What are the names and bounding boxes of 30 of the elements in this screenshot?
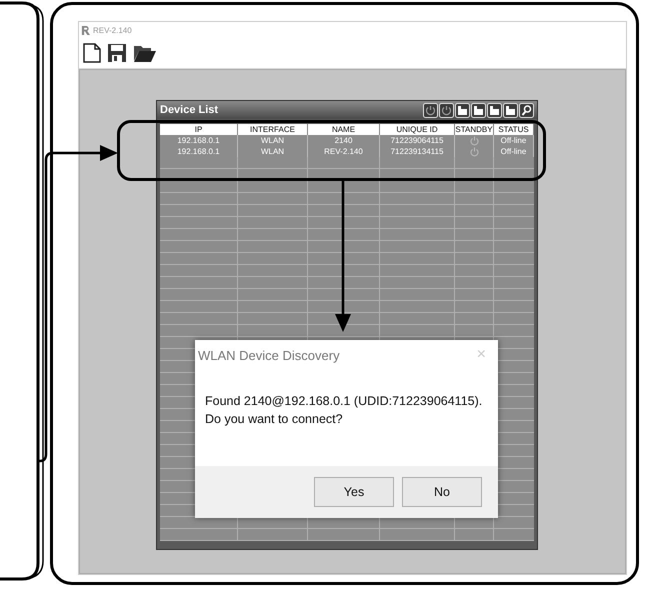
folder-icon[interactable]: [133, 43, 157, 63]
power-icon[interactable]: [439, 102, 454, 118]
folder-icon[interactable]: [503, 102, 518, 118]
table-cell: Off-line: [494, 135, 534, 146]
window-title: REV-2.140: [93, 26, 132, 34]
power-icon: [470, 146, 478, 156]
new-file-icon[interactable]: [83, 43, 101, 63]
column-header[interactable]: STATUS: [494, 124, 534, 135]
column-header[interactable]: STANDBY: [455, 124, 494, 135]
folder-icon[interactable]: [455, 102, 470, 118]
column-header[interactable]: NAME: [308, 124, 380, 135]
column-header[interactable]: UNIQUE ID: [380, 124, 455, 135]
column-header[interactable]: IP: [160, 124, 238, 135]
logo-icon: [81, 26, 90, 34]
dialog-title: WLAN Device Discovery: [198, 348, 340, 362]
power-icon[interactable]: [423, 102, 438, 118]
table-cell: 192.168.0.1: [160, 135, 238, 146]
folder-icon[interactable]: [487, 102, 502, 118]
panel-title: Device List: [160, 104, 218, 116]
table-cell: 712239064115: [380, 135, 455, 146]
column-header[interactable]: INTERFACE: [238, 124, 308, 135]
dialog-message: Found 2140@192.168.0.1 (UDID:712239064115). Do you want to connect?: [205, 393, 484, 428]
search-icon[interactable]: [519, 102, 534, 118]
power-icon: [470, 136, 478, 146]
table-cell: WLAN: [238, 135, 308, 146]
folder-icon[interactable]: [471, 102, 486, 118]
dialog-button[interactable]: Yes: [314, 477, 394, 507]
table-cell: 2140: [308, 135, 380, 146]
save-icon[interactable]: [107, 43, 127, 63]
dialog-button[interactable]: No: [402, 477, 482, 507]
